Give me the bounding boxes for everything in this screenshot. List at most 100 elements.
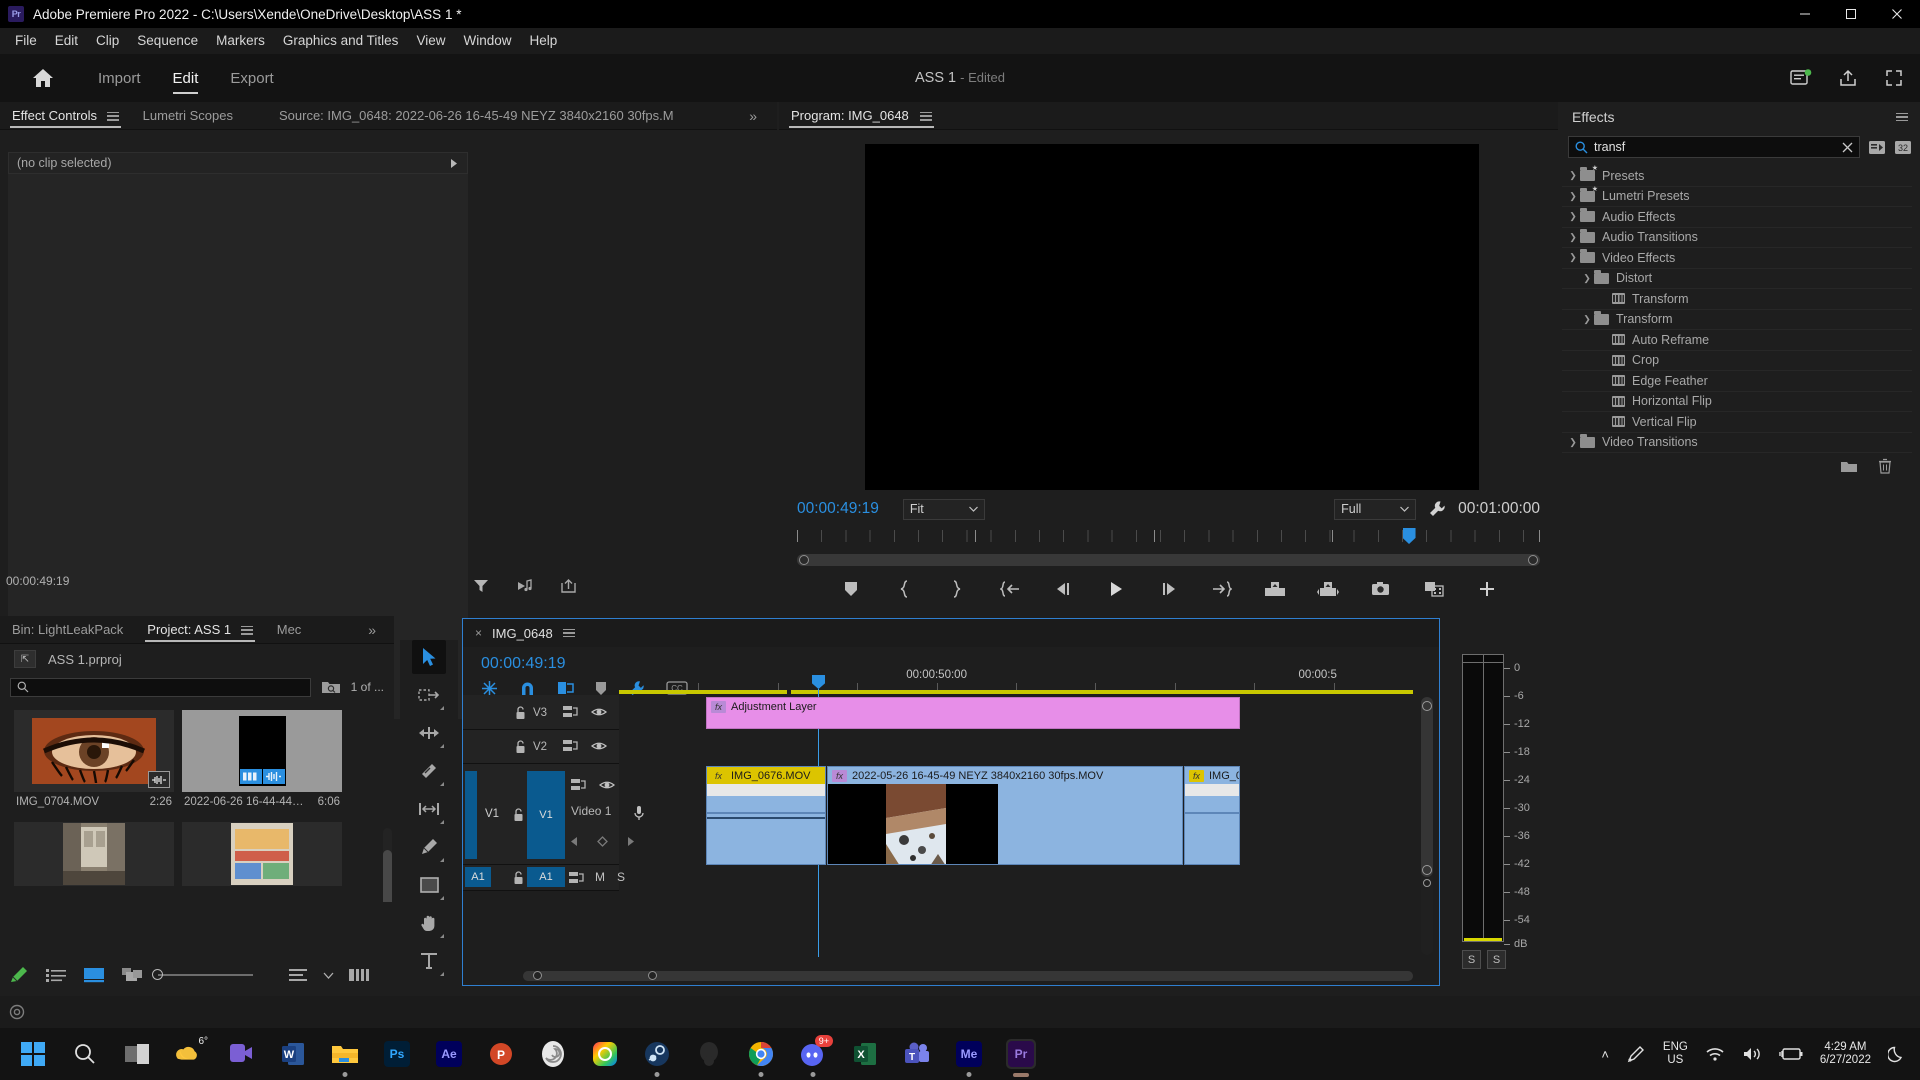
close-sequence-icon[interactable]: ×: [475, 626, 482, 640]
creative-cloud-icon[interactable]: [590, 1039, 620, 1069]
previous-keyframe-icon[interactable]: [569, 836, 579, 847]
project-item-2022-06-26[interactable]: 2022-06-26 16-44-44… 6:06: [182, 710, 342, 808]
linked-selection-icon[interactable]: [557, 680, 574, 696]
word-icon[interactable]: W: [278, 1039, 308, 1069]
tab-project-ass1[interactable]: Project: ASS 1: [135, 616, 264, 644]
track-target-indicator-v1[interactable]: [465, 771, 477, 859]
effect-controls-menu-icon[interactable]: [106, 109, 119, 122]
add-marker-icon[interactable]: [840, 578, 862, 600]
icon-view-icon[interactable]: [75, 967, 113, 983]
tabs-overflow-button[interactable]: »: [737, 102, 769, 130]
volume-icon[interactable]: [1742, 1046, 1762, 1062]
menu-help[interactable]: Help: [520, 28, 566, 54]
chrome-icon[interactable]: [746, 1039, 776, 1077]
search-icon[interactable]: [70, 1039, 100, 1069]
effects-search-input[interactable]: [1594, 140, 1836, 154]
no-clip-selected-row[interactable]: (no clip selected): [8, 152, 468, 174]
unlock-icon[interactable]: [515, 740, 526, 754]
language-indicator[interactable]: ENG US: [1663, 1041, 1688, 1067]
32-bit-color-icon[interactable]: 32: [1894, 140, 1912, 155]
add-marker-icon[interactable]: [595, 681, 607, 696]
minimize-button[interactable]: [1782, 0, 1828, 28]
menu-markers[interactable]: Markers: [207, 28, 274, 54]
effects-tree-item-audio-transitions[interactable]: ❯ Audio Transitions: [1562, 228, 1912, 248]
menu-graphics-and-titles[interactable]: Graphics and Titles: [274, 28, 408, 54]
pen-icon[interactable]: [0, 966, 38, 984]
task-view-icon[interactable]: [122, 1039, 152, 1069]
magnet-icon[interactable]: [519, 680, 536, 697]
zoom-level-select[interactable]: Fit: [902, 498, 985, 520]
unlock-icon[interactable]: [515, 706, 526, 720]
zoom-slider-knob[interactable]: [152, 969, 164, 980]
weather-widget[interactable]: 6°: [174, 1036, 208, 1069]
effects-tree-item-transform-distort[interactable]: Transform: [1562, 289, 1912, 310]
freeform-view-icon[interactable]: [113, 967, 151, 983]
maximize-button[interactable]: [1828, 0, 1874, 28]
track-select-forward-tool[interactable]: [412, 678, 446, 712]
sync-lock-icon[interactable]: [569, 871, 584, 885]
pen-tool[interactable]: [412, 830, 446, 864]
wrench-icon[interactable]: [1428, 500, 1446, 518]
lift-icon[interactable]: [1264, 578, 1286, 600]
chevron-down-icon[interactable]: ❯: [1580, 314, 1594, 325]
accelerated-effects-icon[interactable]: [1868, 140, 1886, 155]
effects-tree-item-auto-reframe[interactable]: Auto Reframe: [1562, 330, 1912, 351]
tab-export[interactable]: Export: [214, 54, 289, 102]
scrollbar-right-knob[interactable]: [1528, 555, 1538, 565]
photoshop-icon[interactable]: Ps: [382, 1039, 412, 1069]
timeline-playhead-timecode[interactable]: 00:00:49:19: [481, 655, 566, 673]
sort-icon[interactable]: [279, 968, 317, 982]
export-frame-icon[interactable]: [1370, 578, 1392, 600]
menu-clip[interactable]: Clip: [87, 28, 128, 54]
clock[interactable]: 4:29 AM 6/27/2022: [1820, 1041, 1871, 1067]
effects-tree-item-distort[interactable]: ❯ Distort: [1562, 269, 1912, 289]
navigate-up-icon[interactable]: ⇱: [14, 650, 36, 668]
track-toggle-v1[interactable]: V1: [527, 771, 565, 859]
moon-icon[interactable]: [1888, 1045, 1906, 1063]
comparison-view-icon[interactable]: [1423, 578, 1445, 600]
timeline-ruler[interactable]: 00:00:50:00 00:00:5: [619, 669, 1413, 691]
timeline-vertical-scrollbar[interactable]: [1421, 697, 1433, 955]
track-header-v1[interactable]: V1 V1 Video 1: [463, 764, 634, 865]
solo-right-button[interactable]: S: [1487, 950, 1506, 969]
chevron-right-icon[interactable]: ❯: [1566, 170, 1580, 181]
zoom-slider-track[interactable]: [152, 969, 254, 980]
button-editor-icon[interactable]: [1476, 578, 1498, 600]
powerpoint-icon[interactable]: P: [486, 1039, 516, 1069]
step-back-icon[interactable]: [1052, 578, 1074, 600]
snap-in-timeline-icon[interactable]: [481, 680, 498, 697]
progress-icon[interactable]: [1790, 69, 1812, 87]
add-keyframe-icon[interactable]: [597, 836, 608, 847]
tab-edit[interactable]: Edit: [157, 54, 215, 102]
timeline-menu-icon[interactable]: [562, 626, 575, 639]
chevron-right-icon[interactable]: ❯: [1566, 232, 1580, 243]
chevron-right-icon[interactable]: ❯: [1566, 437, 1580, 448]
timeline-clip-neyz[interactable]: fx 2022-05-26 16-45-49 NEYZ 3840x2160 30…: [827, 766, 1183, 865]
effects-tree-item-video-effects[interactable]: ❯ Video Effects: [1562, 248, 1912, 269]
unlock-icon[interactable]: [513, 808, 524, 822]
pen-tray-icon[interactable]: [1626, 1044, 1646, 1064]
eye-icon[interactable]: [591, 740, 607, 752]
close-icon[interactable]: [1842, 142, 1853, 153]
program-monitor-menu-icon[interactable]: [920, 109, 933, 122]
home-icon[interactable]: [30, 65, 56, 91]
wifi-icon[interactable]: [1705, 1046, 1725, 1062]
filter-icon[interactable]: [473, 578, 490, 594]
after-effects-icon[interactable]: Ae: [434, 1039, 464, 1069]
resolution-select[interactable]: Full: [1334, 498, 1417, 520]
effects-search-box[interactable]: [1568, 136, 1860, 158]
sync-lock-icon[interactable]: [563, 705, 578, 719]
zoom-app-icon[interactable]: [226, 1039, 256, 1069]
tab-import[interactable]: Import: [82, 54, 157, 102]
sync-lock-icon[interactable]: [571, 778, 586, 792]
audio-meter-track[interactable]: [1462, 654, 1504, 942]
type-tool[interactable]: [412, 944, 446, 978]
mark-in-icon[interactable]: [893, 578, 915, 600]
extract-icon[interactable]: [1316, 578, 1339, 600]
zoom-slider[interactable]: [150, 969, 279, 980]
excel-icon[interactable]: X: [850, 1039, 880, 1069]
slip-tool[interactable]: [412, 792, 446, 826]
effects-tree-item-transform-folder[interactable]: ❯ Transform: [1562, 310, 1912, 330]
project-item-row2-b[interactable]: [182, 822, 342, 886]
menu-file[interactable]: File: [6, 28, 46, 54]
